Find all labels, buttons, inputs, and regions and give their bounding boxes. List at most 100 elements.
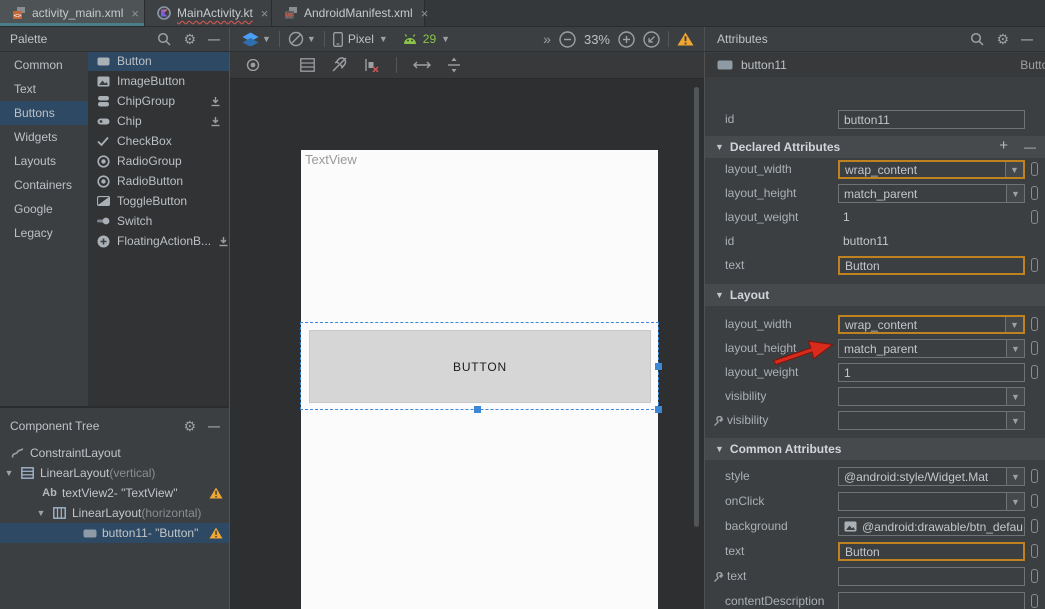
gear-icon[interactable]: ⚙ xyxy=(183,32,196,46)
palette-item-button[interactable]: Button xyxy=(88,51,229,71)
clear-constraints-icon[interactable] xyxy=(364,58,380,72)
layout-weight-value[interactable]: 1 xyxy=(843,210,850,224)
blueprint-grid-icon[interactable] xyxy=(300,58,315,72)
palette-item-switch[interactable]: Switch xyxy=(88,211,229,231)
resource-picker-icon[interactable] xyxy=(1031,519,1038,533)
device-selector[interactable]: Pixel ▼ xyxy=(333,32,388,47)
text-input[interactable]: Button xyxy=(838,542,1025,561)
resource-picker-icon[interactable] xyxy=(1031,569,1038,583)
close-icon[interactable]: × xyxy=(419,6,431,21)
tree-node-button11[interactable]: button11- "Button" xyxy=(0,523,229,543)
palette-item-radiogroup[interactable]: RadioGroup xyxy=(88,151,229,171)
warning-icon[interactable] xyxy=(209,527,223,539)
id-input[interactable]: button11 xyxy=(838,110,1025,129)
resource-picker-icon[interactable] xyxy=(1031,317,1038,331)
gear-icon[interactable]: ⚙ xyxy=(183,419,196,433)
palette-category-buttons[interactable]: Buttons xyxy=(0,101,88,125)
palette-category-legacy[interactable]: Legacy xyxy=(0,221,88,245)
resource-picker-icon[interactable] xyxy=(1031,469,1038,483)
background-input[interactable]: @android:drawable/btn_defau xyxy=(838,517,1025,536)
layout-weight-input[interactable]: 1 xyxy=(838,363,1025,382)
expander-icon[interactable]: ▼ xyxy=(36,508,46,518)
autoconnect-off-magnet-icon[interactable] xyxy=(331,57,348,73)
layout-width-dropdown[interactable]: wrap_content▼ xyxy=(838,160,1025,179)
close-icon[interactable]: × xyxy=(129,6,141,21)
resize-handle-right[interactable] xyxy=(655,363,662,370)
device-screen-canvas[interactable]: TextView BUTTON xyxy=(301,150,658,609)
search-icon[interactable] xyxy=(157,32,171,46)
onclick-dropdown[interactable]: ▼ xyxy=(838,492,1025,511)
layout-height-dropdown[interactable]: match_parent▼ xyxy=(838,339,1025,358)
tree-node-linearlayout-vertical[interactable]: ▼ LinearLayout(vertical) xyxy=(0,463,229,483)
collapse-icon[interactable]: ▼ xyxy=(715,444,724,454)
api-selector[interactable]: 29 ▼ xyxy=(402,32,450,46)
section-common-attributes[interactable]: ▼ Common Attributes xyxy=(705,438,1045,460)
resize-handle-bottom[interactable] xyxy=(474,406,481,413)
resource-picker-icon[interactable] xyxy=(1031,186,1038,200)
palette-item-chip[interactable]: Chip xyxy=(88,111,229,131)
zoom-in-icon[interactable] xyxy=(618,31,635,48)
design-vertical-scrollbar[interactable] xyxy=(694,87,699,527)
default-margins-icon[interactable] xyxy=(413,60,431,70)
canvas-button[interactable]: BUTTON xyxy=(309,330,651,403)
tree-node-linearlayout-horizontal[interactable]: ▼ LinearLayout(horizontal) xyxy=(0,503,229,523)
palette-category-containers[interactable]: Containers xyxy=(0,173,88,197)
visibility-dropdown[interactable]: ▼ xyxy=(838,387,1025,406)
zoom-to-fit-icon[interactable] xyxy=(643,31,660,48)
expander-icon[interactable]: ▼ xyxy=(4,468,14,478)
selection-bounds[interactable]: BUTTON xyxy=(300,322,659,410)
warning-icon[interactable] xyxy=(209,487,223,499)
warning-icon[interactable] xyxy=(677,32,694,46)
resource-picker-icon[interactable] xyxy=(1031,341,1038,355)
tab-mainactivity-kt[interactable]: MainActivity.kt × xyxy=(145,0,272,26)
search-icon[interactable] xyxy=(970,32,984,46)
minimize-icon[interactable]: — xyxy=(208,419,220,433)
tools-text-input[interactable] xyxy=(838,567,1025,586)
view-options-eye-icon[interactable] xyxy=(244,59,262,71)
tab-activity-main-xml[interactable]: <> activity_main.xml × xyxy=(0,0,145,26)
palette-item-checkbox[interactable]: CheckBox xyxy=(88,131,229,151)
palette-category-widgets[interactable]: Widgets xyxy=(0,125,88,149)
orientation-icon[interactable]: ▼ xyxy=(288,31,316,47)
layout-height-dropdown[interactable]: match_parent▼ xyxy=(838,184,1025,203)
minimize-icon[interactable]: — xyxy=(208,32,220,46)
palette-item-floatingactionbutton[interactable]: FloatingActionB... xyxy=(88,231,229,251)
tree-node-textview2[interactable]: Ab textView2- "TextView" xyxy=(0,483,229,503)
collapse-icon[interactable]: ▼ xyxy=(715,142,724,152)
design-mode-icon[interactable]: ▼ xyxy=(242,32,271,46)
palette-item-imagebutton[interactable]: ImageButton xyxy=(88,71,229,91)
palette-item-radiobutton[interactable]: RadioButton xyxy=(88,171,229,191)
close-icon[interactable]: × xyxy=(259,6,271,21)
resource-picker-icon[interactable] xyxy=(1031,210,1038,224)
tools-visibility-dropdown[interactable]: ▼ xyxy=(838,411,1025,430)
content-description-input[interactable] xyxy=(838,592,1025,609)
resource-picker-icon[interactable] xyxy=(1031,162,1038,176)
palette-category-google[interactable]: Google xyxy=(0,197,88,221)
palette-item-chipgroup[interactable]: ChipGroup xyxy=(88,91,229,111)
add-attribute-icon[interactable]: + xyxy=(999,137,1008,157)
resource-picker-icon[interactable] xyxy=(1031,594,1038,608)
remove-attribute-icon[interactable]: — xyxy=(1024,137,1036,157)
section-declared-attributes[interactable]: ▼ Declared Attributes + — xyxy=(705,136,1045,158)
gear-icon[interactable]: ⚙ xyxy=(996,32,1009,46)
minimize-icon[interactable]: — xyxy=(1021,32,1033,46)
palette-category-common[interactable]: Common xyxy=(0,53,88,77)
style-dropdown[interactable]: @android:style/Widget.Mat▼ xyxy=(838,467,1025,486)
zoom-out-icon[interactable] xyxy=(559,31,576,48)
toolbar-overflow-chevrons[interactable]: » xyxy=(543,31,551,47)
palette-category-layouts[interactable]: Layouts xyxy=(0,149,88,173)
tab-androidmanifest-xml[interactable]: MF AndroidManifest.xml × xyxy=(272,0,425,26)
id-value[interactable]: button11 xyxy=(843,234,889,248)
resource-picker-icon[interactable] xyxy=(1031,544,1038,558)
tree-node-constraintlayout[interactable]: ConstraintLayout xyxy=(0,443,229,463)
palette-category-text[interactable]: Text xyxy=(0,77,88,101)
section-layout[interactable]: ▼ Layout xyxy=(705,284,1045,306)
layout-width-dropdown[interactable]: wrap_content▼ xyxy=(838,315,1025,334)
resource-picker-icon[interactable] xyxy=(1031,258,1038,272)
resize-handle-corner[interactable] xyxy=(655,406,662,413)
resource-picker-icon[interactable] xyxy=(1031,365,1038,379)
resource-picker-icon[interactable] xyxy=(1031,494,1038,508)
canvas-textview[interactable]: TextView xyxy=(305,152,357,167)
text-input[interactable]: Button xyxy=(838,256,1025,275)
palette-item-togglebutton[interactable]: ToggleButton xyxy=(88,191,229,211)
